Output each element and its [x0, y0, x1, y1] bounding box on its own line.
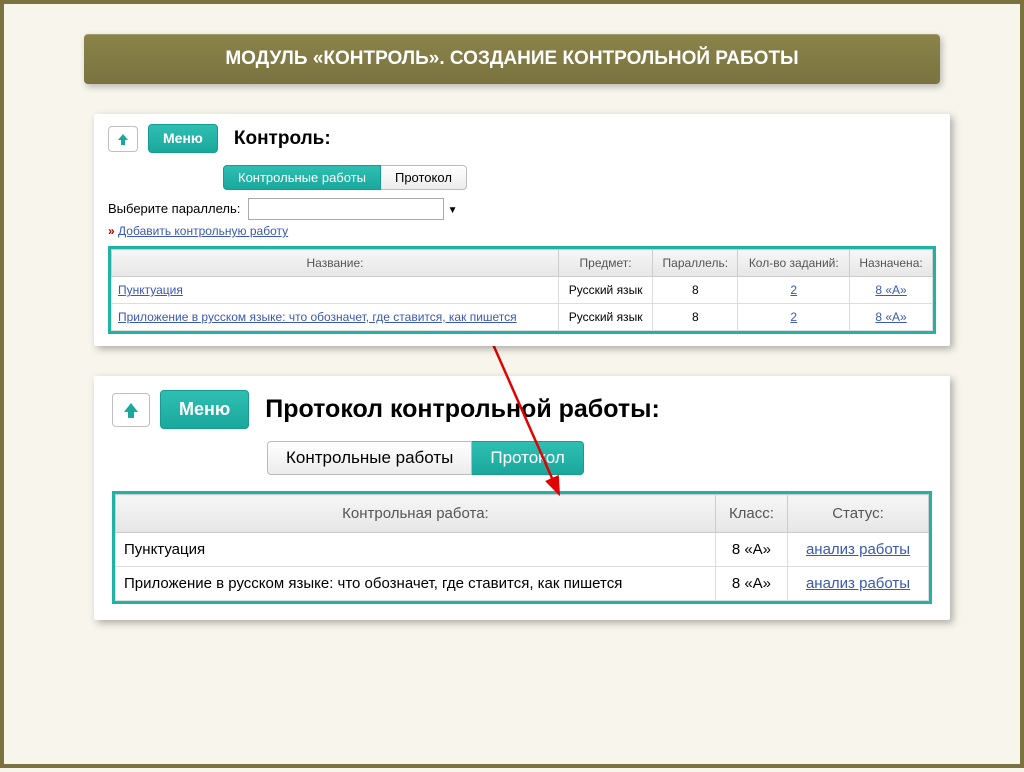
cell-class: 8 «А»	[715, 533, 787, 567]
th-work: Контрольная работа:	[116, 495, 716, 533]
arrow-up-icon	[115, 131, 131, 147]
th-status: Статус:	[788, 495, 929, 533]
select-parallel-input[interactable]	[248, 198, 444, 220]
table-row: Приложение в русском языке: что обозначе…	[116, 567, 929, 601]
tab-protocol[interactable]: Протокол	[381, 165, 467, 190]
cell-work: Пунктуация	[116, 533, 716, 567]
table-row: Пунктуация Русский язык 8 2 8 «А»	[112, 277, 933, 304]
menu-button[interactable]: Меню	[148, 124, 218, 153]
protocol-table: Контрольная работа: Класс: Статус: Пункт…	[115, 494, 929, 601]
bullet-icon: »	[108, 224, 115, 238]
cell-work: Приложение в русском языке: что обозначе…	[116, 567, 716, 601]
up-button[interactable]	[112, 393, 150, 427]
cell-class: 8 «А»	[715, 567, 787, 601]
section-title: Контроль:	[234, 128, 331, 150]
cell-parallel: 8	[653, 277, 738, 304]
table-row: Приложение в русском языке: что обозначе…	[112, 304, 933, 331]
dropdown-icon[interactable]: ▼	[448, 205, 458, 216]
th-tasks: Кол-во заданий:	[738, 250, 850, 277]
section-title: Протокол контрольной работы:	[265, 395, 660, 424]
arrow-up-icon	[121, 400, 141, 420]
control-table: Название: Предмет: Параллель: Кол-во зад…	[111, 249, 933, 331]
th-class: Класс:	[715, 495, 787, 533]
assigned-link[interactable]: 8 «А»	[875, 283, 906, 297]
assigned-link[interactable]: 8 «А»	[875, 310, 906, 324]
panel-protocol: Меню Протокол контрольной работы: Контро…	[94, 376, 950, 620]
tasks-link[interactable]: 2	[790, 283, 797, 297]
tab-control-works[interactable]: Контрольные работы	[223, 165, 381, 190]
cell-parallel: 8	[653, 304, 738, 331]
panel-control: Меню Контроль: Контрольные работы Проток…	[94, 114, 950, 346]
protocol-table-wrap: Контрольная работа: Класс: Статус: Пункт…	[112, 491, 932, 604]
th-subject: Предмет:	[558, 250, 652, 277]
up-button[interactable]	[108, 126, 138, 152]
analysis-link[interactable]: анализ работы	[806, 575, 910, 592]
slide-title: МОДУЛЬ «КОНТРОЛЬ». СОЗДАНИЕ КОНТРОЛЬНОЙ …	[84, 34, 940, 84]
table-row: Пунктуация 8 «А» анализ работы	[116, 533, 929, 567]
cell-subject: Русский язык	[558, 277, 652, 304]
tasks-link[interactable]: 2	[790, 310, 797, 324]
analysis-link[interactable]: анализ работы	[806, 541, 910, 558]
menu-button[interactable]: Меню	[160, 390, 249, 429]
th-name: Название:	[112, 250, 559, 277]
select-parallel-label: Выберите параллель:	[108, 201, 240, 216]
control-table-wrap: Название: Предмет: Параллель: Кол-во зад…	[108, 246, 936, 334]
th-assigned: Назначена:	[850, 250, 933, 277]
work-link[interactable]: Пунктуация	[118, 283, 183, 297]
tab-control-works[interactable]: Контрольные работы	[267, 441, 472, 475]
th-parallel: Параллель:	[653, 250, 738, 277]
work-link[interactable]: Приложение в русском языке: что обозначе…	[118, 310, 517, 324]
add-control-work-link[interactable]: Добавить контрольную работу	[118, 224, 288, 238]
tab-protocol[interactable]: Протокол	[472, 441, 583, 475]
cell-subject: Русский язык	[558, 304, 652, 331]
